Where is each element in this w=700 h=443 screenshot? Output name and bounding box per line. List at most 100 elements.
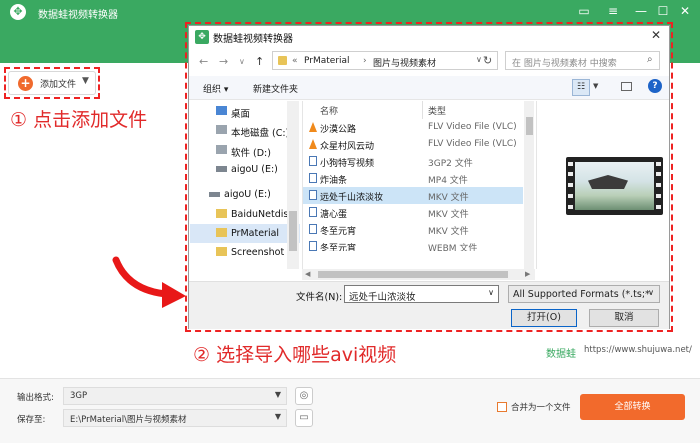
file-row[interactable]: 众星村风云动 FLV Video File (VLC): [303, 136, 523, 153]
file-type: MKV 文件: [428, 227, 469, 237]
video-file-icon: [309, 224, 317, 234]
watermark-brand: 数据蛙: [546, 349, 576, 360]
dialog-close-icon[interactable]: ✕: [651, 28, 661, 42]
address-bar[interactable]: « PrMaterial › 图片与视频素材: [272, 51, 498, 70]
convert-all-button[interactable]: 全部转换: [580, 394, 685, 420]
file-list-scrollbar[interactable]: [524, 101, 534, 269]
save-to-value: E:\PrMaterial\图片与视频素材: [70, 415, 187, 425]
dialog-app-icon: ✥: [195, 30, 209, 44]
up-arrow-icon[interactable]: ↑: [255, 55, 264, 68]
breadcrumb-overflow[interactable]: «: [292, 56, 298, 66]
help-icon[interactable]: ?: [648, 79, 662, 93]
file-list-scroll-thumb[interactable]: [526, 117, 533, 135]
tree-item-label: 桌面: [231, 109, 251, 120]
tree-item-label: Screenshot: [231, 247, 285, 258]
menu-icon[interactable]: ≡: [604, 3, 622, 19]
column-header-type[interactable]: 类型: [428, 104, 446, 117]
file-name: 溏心蛋: [320, 210, 348, 220]
file-type: MKV 文件: [428, 210, 469, 220]
tree-item-label: 本地磁盘 (C:): [231, 128, 290, 139]
film-hole: [568, 205, 573, 209]
view-dropdown-icon[interactable]: ▼: [593, 82, 598, 90]
merge-checkbox[interactable]: [497, 402, 507, 412]
close-icon[interactable]: ✕: [676, 3, 694, 19]
scroll-left-icon[interactable]: ◀: [305, 270, 310, 278]
file-type: WEBM 文件: [428, 244, 478, 251]
chevron-down-icon: ▼: [274, 390, 281, 399]
refresh-icon[interactable]: ↻: [483, 54, 492, 67]
video-file-icon: [309, 156, 317, 166]
horizontal-scroll-thumb[interactable]: [318, 271, 508, 278]
forward-arrow-icon[interactable]: →: [219, 55, 228, 68]
format-settings-icon[interactable]: ◎: [295, 387, 313, 405]
film-hole: [568, 172, 573, 176]
file-open-dialog: ✥ 数据蛙视频转换器 ✕ ← → ∨ ↑ « PrMaterial › 图片与视…: [188, 25, 670, 329]
maximize-icon[interactable]: ☐: [654, 3, 672, 19]
video-thumbnail: [566, 157, 663, 215]
tree-item-drive-c[interactable]: 本地磁盘 (C:): [190, 121, 300, 140]
back-arrow-icon[interactable]: ←: [199, 55, 208, 68]
tree-scroll-thumb[interactable]: [289, 211, 297, 251]
chevron-down-icon: ▼: [274, 412, 281, 421]
tree-item-screenshot[interactable]: Screenshot: [190, 243, 300, 262]
feedback-icon[interactable]: ▭: [575, 3, 593, 19]
view-options-icon[interactable]: ☷: [572, 79, 590, 96]
open-button[interactable]: 打开(O): [511, 309, 577, 327]
scroll-right-icon[interactable]: ▶: [525, 270, 530, 278]
file-type: MKV 文件: [428, 193, 469, 203]
tree-item-drive-d[interactable]: 软件 (D:): [190, 141, 300, 160]
output-format-select[interactable]: 3GP ▼: [63, 387, 287, 405]
file-row[interactable]: 冬至元宵 MKV 文件: [303, 221, 523, 238]
drive-icon: [216, 166, 227, 172]
minimize-icon[interactable]: —: [632, 3, 650, 19]
video-file-icon: [309, 173, 317, 183]
file-row[interactable]: 沙漠公路 FLV Video File (VLC): [303, 119, 523, 136]
annotation-step2: ② 选择导入哪些avi视频: [193, 344, 397, 366]
filename-label: 文件名(N):: [296, 292, 343, 303]
tree-item-desktop[interactable]: 桌面: [190, 102, 300, 121]
organize-menu[interactable]: 组织 ▾: [203, 82, 228, 95]
tree-item-baidunetdisk[interactable]: BaiduNetdisk: [190, 205, 300, 224]
column-header-name[interactable]: 名称: [320, 104, 338, 117]
folder-icon: [216, 228, 227, 237]
new-folder-button[interactable]: 新建文件夹: [253, 82, 298, 95]
preview-pane-icon[interactable]: [621, 82, 632, 91]
video-file-icon: [309, 207, 317, 217]
file-row[interactable]: 炸油条 MP4 文件: [303, 170, 523, 187]
file-row[interactable]: 小狗特写视频 3GP2 文件: [303, 153, 523, 170]
tree-scrollbar[interactable]: [287, 101, 299, 269]
cancel-button[interactable]: 取消: [589, 309, 659, 327]
chevron-down-icon[interactable]: ▼: [82, 76, 89, 86]
breadcrumb-prmaterial[interactable]: PrMaterial: [304, 56, 350, 66]
folder-icon: [216, 247, 227, 256]
app-title: 数据蛙视频转换器: [38, 10, 118, 21]
recent-chevron-icon[interactable]: ∨: [239, 57, 245, 66]
search-input[interactable]: 在 图片与视频素材 中搜索 ⌕: [505, 51, 660, 70]
filename-input[interactable]: 远处千山浓淡妆 ∨: [344, 285, 499, 303]
dialog-toolbar: 组织 ▾ 新建文件夹 ☷ ▼ ?: [189, 76, 669, 100]
column-divider[interactable]: [422, 101, 423, 119]
breadcrumb-current[interactable]: 图片与视频素材: [373, 56, 436, 69]
breadcrumb-separator: ›: [363, 56, 367, 66]
chevron-down-icon[interactable]: ∨: [488, 288, 494, 297]
tree-item-label: PrMaterial: [231, 228, 280, 239]
folder-icon: [216, 209, 227, 218]
file-row[interactable]: 冬至元宵 WEBM 文件: [303, 238, 523, 251]
tree-item-usb-e[interactable]: aigoU (E:): [190, 185, 300, 204]
open-folder-icon[interactable]: ▭: [295, 409, 313, 427]
file-row[interactable]: 溏心蛋 MKV 文件: [303, 204, 523, 221]
file-type: 3GP2 文件: [428, 159, 473, 169]
save-to-select[interactable]: E:\PrMaterial\图片与视频素材 ▼: [63, 409, 287, 427]
horizontal-scrollbar[interactable]: ◀ ▶: [302, 269, 535, 280]
add-file-label: 添加文件: [40, 80, 77, 90]
tree-item-drive-e[interactable]: aigoU (E:): [190, 160, 300, 179]
tree-item-prmaterial[interactable]: PrMaterial: [190, 224, 300, 243]
add-file-button[interactable]: + 添加文件 ▼: [8, 71, 96, 95]
dialog-title: 数据蛙视频转换器: [213, 34, 293, 45]
video-file-icon: [309, 190, 317, 200]
search-placeholder: 在 图片与视频素材 中搜索: [512, 59, 617, 69]
address-dropdown-icon[interactable]: ∨: [476, 55, 482, 64]
chevron-down-icon: ∨: [648, 288, 654, 297]
file-row-selected[interactable]: 远处千山浓淡妆 MKV 文件: [303, 187, 523, 204]
file-type-select[interactable]: All Supported Formats (*.ts;* ∨: [508, 285, 660, 303]
